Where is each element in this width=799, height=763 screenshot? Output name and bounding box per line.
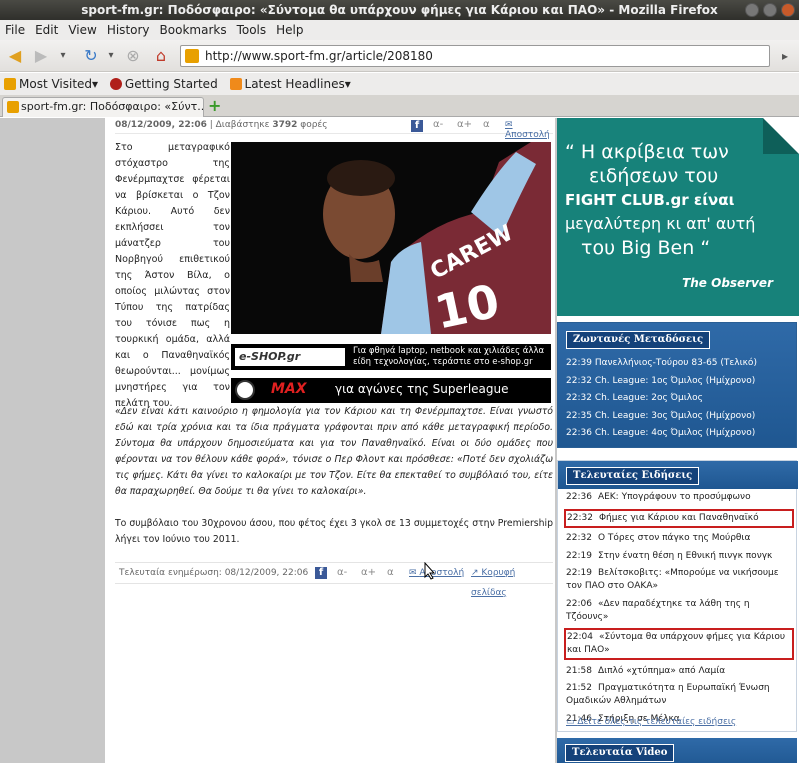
back-icon[interactable]: ◀ [4, 45, 26, 67]
latest-news-heading: Τελευταίες Ειδήσεις [566, 467, 700, 485]
list-item[interactable]: 22:36 ΑΕΚ: Υπογράφουν το προσύμφωνο [566, 491, 794, 504]
menu-tools[interactable]: Tools [232, 20, 272, 40]
article-date: 08/12/2009, 22:06 [115, 120, 207, 130]
ad-source: The Observer [682, 276, 773, 290]
list-item[interactable]: 22:06 «Δεν παραδέχτηκε τα λάθη της η Τζόο… [566, 598, 794, 624]
live-broadcasts-list: 22:39 Πανελλήνιος-Τούρου 83-65 (Τελικό) … [566, 355, 794, 443]
list-item[interactable]: 22:19 Στην ένατη θέση η Εθνική πινγκ πονγ… [566, 550, 794, 563]
bookmark-latest-headlines[interactable]: Latest Headlines▾ [226, 73, 355, 95]
font-increase-button[interactable]: α+ [457, 119, 472, 130]
live-broadcasts-panel: Ζωντανές Μεταδόσεις 22:39 Πανελλήνιος-Το… [557, 322, 797, 448]
bookmarks-toolbar: Most Visited▾ Getting Started Latest Hea… [0, 73, 799, 95]
minimize-icon[interactable] [745, 3, 759, 17]
latest-news-list: 22:36 ΑΕΚ: Υπογράφουν το προσύμφωνο 22:32… [564, 491, 794, 730]
all-news-link[interactable]: ▭ Δείτε όλες τις τελευταίες ειδήσεις [566, 717, 736, 727]
navigation-toolbar: ◀ ▶ ▾ ↻ ▾ ⊗ ⌂ http://www.sport-fm.gr/art… [0, 40, 799, 72]
list-item[interactable]: 22:39 Πανελλήνιος-Τούρου 83-65 (Τελικό) [566, 355, 794, 373]
read-count: 3792 [272, 120, 298, 130]
bookmark-getting-started[interactable]: Getting Started [106, 73, 222, 95]
menu-bar: File Edit View History Bookmarks Tools Help [0, 20, 799, 40]
font-normal-button[interactable]: α [483, 119, 490, 130]
live-broadcasts-heading: Ζωντανές Μεταδόσεις [566, 331, 711, 349]
fightclub-ad[interactable]: “ Η ακρίβεια των ειδήσεων του FIGHT CLUB… [557, 118, 799, 316]
list-item[interactable]: 22:19 Βελίτσκοβιτς: «Μπορούμε να νικήσουμ… [566, 567, 794, 593]
player-photo: CAREW 10 [231, 142, 551, 334]
ad-page-fold [763, 118, 799, 154]
reload-dropdown-icon[interactable]: ▾ [104, 45, 118, 67]
list-item[interactable]: 22:32 Ο Τόρες στον πάγκο της Μούρθια [566, 532, 794, 545]
url-bar[interactable]: http://www.sport-fm.gr/article/208180 [180, 45, 770, 67]
tab-active[interactable]: sport-fm.gr: Ποδόσφαιρο: «Σύντ... [2, 97, 204, 117]
article-closing: Το συμβόλαιο του 30χρονου άσου, που φέτο… [115, 518, 553, 545]
facebook-icon[interactable]: f [411, 120, 423, 132]
page-top-link[interactable]: ↗ Κορυφή σελίδας [471, 563, 553, 603]
latest-news-panel: Τελευταίες Ειδήσεις 22:36 ΑΕΚ: Υπογράφουν… [557, 460, 798, 732]
window-title: sport-fm.gr: Ποδόσφαιρο: «Σύντομα θα υπά… [81, 3, 718, 17]
bookmark-most-visited[interactable]: Most Visited▾ [0, 73, 102, 95]
article-lede: Στο μεταγραφικό στόχαστρο της Φενέρμπαχτ… [115, 142, 230, 409]
list-item[interactable]: 22:36 Ch. League: 4ος Όμιλος (Ημίχρονο) [566, 425, 794, 443]
superleague-banner[interactable]: MAX για αγώνες της Superleague [231, 378, 551, 403]
reload-icon[interactable]: ↻ [80, 45, 102, 67]
list-item[interactable]: 22:35 Ch. League: 3ος Όμιλος (Ημίχρονο) [566, 408, 794, 426]
superleague-banner-text: για αγώνες της Superleague [335, 382, 509, 396]
font-decrease-button[interactable]: α- [433, 119, 443, 130]
eshop-banner[interactable]: e-SHOP.gr Για φθηνά laptop, netbook και … [231, 344, 551, 370]
font-decrease-button[interactable]: α- [337, 563, 347, 583]
tab-favicon-icon [7, 101, 19, 113]
menu-help[interactable]: Help [271, 20, 308, 40]
firefox-icon [109, 78, 122, 90]
stop-icon[interactable]: ⊗ [122, 45, 144, 67]
article-meta-bar: 08/12/2009, 22:06 | Διαβάστηκε 3792 φορέ… [115, 119, 553, 140]
max-logo: MAX [271, 381, 307, 397]
go-icon[interactable]: ▸ [776, 45, 794, 67]
mouse-cursor-icon [424, 562, 436, 580]
window-titlebar: sport-fm.gr: Ποδόσφαιρο: «Σύντομα θα υπά… [0, 0, 799, 20]
last-updated: Τελευταία ενημέρωση: 08/12/2009, 22:06 [119, 568, 309, 578]
menu-file[interactable]: File [0, 20, 30, 40]
menu-bookmarks[interactable]: Bookmarks [155, 20, 232, 40]
tab-title: sport-fm.gr: Ποδόσφαιρο: «Σύντ... [21, 100, 204, 113]
ad-slogan: “ Η ακρίβεια των ειδήσεων του FIGHT CLUB… [565, 141, 756, 259]
send-mail-link[interactable]: ✉ Αποστολή [505, 120, 553, 140]
list-item-highlighted[interactable]: 22:32 Φήμες για Κάριου και Παναθηναϊκό [564, 508, 794, 528]
font-increase-button[interactable]: α+ [361, 563, 376, 583]
page-viewport: 08/12/2009, 22:06 | Διαβάστηκε 3792 φορέ… [0, 118, 799, 763]
facebook-icon[interactable]: f [315, 567, 327, 579]
latest-video-heading: Τελευταία Video [565, 744, 675, 762]
tab-bar: sport-fm.gr: Ποδόσφαιρο: «Σύντ... + [0, 95, 799, 117]
home-icon[interactable]: ⌂ [150, 45, 172, 67]
list-item[interactable]: 21:52 Πραγματικότητα η Ευρωπαϊκή Ένωση Ομ… [566, 682, 794, 708]
latest-news-header: Τελευταίες Ειδήσεις [558, 461, 798, 489]
article-column: 08/12/2009, 22:06 | Διαβάστηκε 3792 φορέ… [105, 118, 555, 763]
latest-video-panel: Τελευταία Video [557, 738, 797, 763]
folder-icon [4, 78, 16, 90]
menu-view[interactable]: View [63, 20, 101, 40]
list-item-highlighted[interactable]: 22:04 «Σύντομα θα υπάρχουν φήμες για Κάρι… [564, 628, 794, 660]
forward-icon[interactable]: ▶ [30, 45, 52, 67]
send-mail-link[interactable]: ✉ Αποστολή [409, 563, 464, 583]
eshop-logo: e-SHOP.gr [235, 348, 345, 366]
rss-icon [229, 78, 242, 90]
eshop-banner-text: Για φθηνά laptop, netbook και χιλιάδες ά… [353, 346, 545, 367]
list-item[interactable]: 22:32 Ch. League: 1ος Όμιλος (Ημίχρονο) [566, 373, 794, 391]
menu-edit[interactable]: Edit [30, 20, 63, 40]
url-text: http://www.sport-fm.gr/article/208180 [205, 49, 433, 63]
list-item[interactable]: 21:58 Διπλό «χτύπημα» από Λαμία [566, 665, 794, 678]
maximize-icon[interactable] [763, 3, 777, 17]
close-icon[interactable] [781, 3, 795, 17]
site-favicon-icon [185, 49, 199, 63]
menu-history[interactable]: History [102, 20, 155, 40]
article-footer-bar: Τελευταία ενημέρωση: 08/12/2009, 22:06 f… [115, 562, 553, 598]
history-dropdown-icon[interactable]: ▾ [56, 45, 70, 67]
football-icon [235, 380, 255, 400]
sidebar: “ Η ακρίβεια των ειδήσεων του FIGHT CLUB… [557, 118, 799, 763]
list-item[interactable]: 22:32 Ch. League: 2ος Όμιλος [566, 390, 794, 408]
new-tab-icon[interactable]: + [208, 98, 224, 114]
font-normal-button[interactable]: α [387, 563, 394, 583]
article-quote: «Δεν είναι κάτι καινούριο η φημολογία γι… [115, 406, 553, 497]
